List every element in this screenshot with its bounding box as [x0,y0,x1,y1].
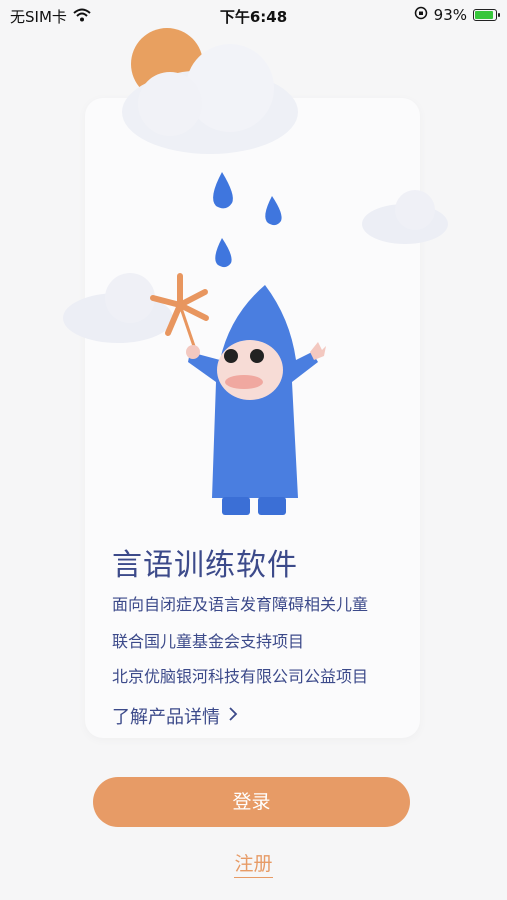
register-link[interactable]: 注册 [0,849,507,878]
card-title: 言语训练软件 [112,548,298,583]
card-line-company: 北京优脑银河科技有限公司公益项目 [112,667,369,686]
login-button[interactable]: 登录 [93,777,410,827]
card-line-audience: 面向自闭症及语言发育障碍相关儿童 [112,595,369,614]
learn-more-link[interactable]: 了解产品详情 [112,703,238,729]
learn-more-label: 了解产品详情 [112,707,220,728]
cloud-icon [362,190,448,244]
register-label: 注册 [234,853,273,878]
cloud-icon [63,273,173,343]
rain-character-illustration [63,28,448,515]
raindrop-icon [215,238,232,268]
card-line-unicef: 联合国儿童基金会支持项目 [112,632,305,651]
chevron-right-icon [228,706,238,727]
raindrop-icon [265,196,282,226]
raindrop-icon [213,172,233,209]
